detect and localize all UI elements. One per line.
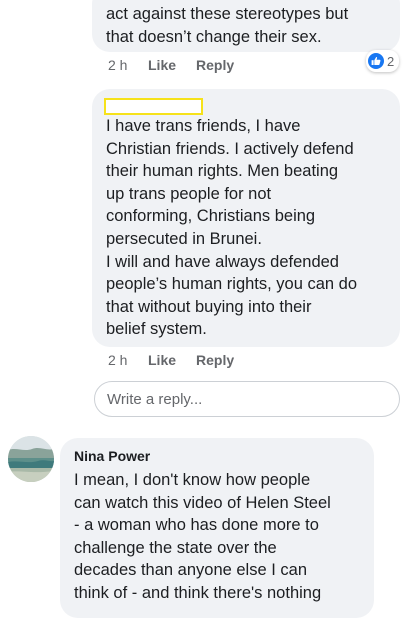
comment-text: I mean, I don't know how people can watc…	[74, 471, 331, 602]
comment-actions: 2 h Like Reply	[108, 57, 234, 73]
like-button[interactable]: Like	[148, 352, 196, 368]
comment-text: I have trans friends, I have Christian f…	[106, 117, 358, 339]
comment-bubble: act against these stereotypes but that d…	[92, 0, 400, 52]
comment-bubble: Nina Power I mean, I don't know how peop…	[60, 438, 374, 618]
reply-button[interactable]: Reply	[196, 352, 234, 368]
reply-input[interactable]: Write a reply...	[94, 381, 400, 417]
reaction-badge[interactable]: 2	[366, 50, 400, 72]
reply-input-placeholder: Write a reply...	[107, 390, 203, 408]
reply-button[interactable]: Reply	[196, 57, 234, 73]
comment-author-name[interactable]: Nina Power	[74, 447, 360, 465]
redacted-author-name	[104, 98, 203, 115]
like-button[interactable]: Like	[148, 57, 196, 73]
avatar[interactable]	[8, 436, 54, 482]
like-thumbs-up-icon	[368, 53, 384, 69]
reaction-count: 2	[387, 53, 395, 69]
comment-timestamp: 2 h	[108, 57, 128, 73]
comment-timestamp: 2 h	[108, 352, 128, 368]
comment-actions: 2 h Like Reply	[108, 352, 234, 368]
comment-bubble: I have trans friends, I have Christian f…	[92, 89, 400, 347]
comment-text: act against these stereotypes but that d…	[106, 5, 349, 46]
